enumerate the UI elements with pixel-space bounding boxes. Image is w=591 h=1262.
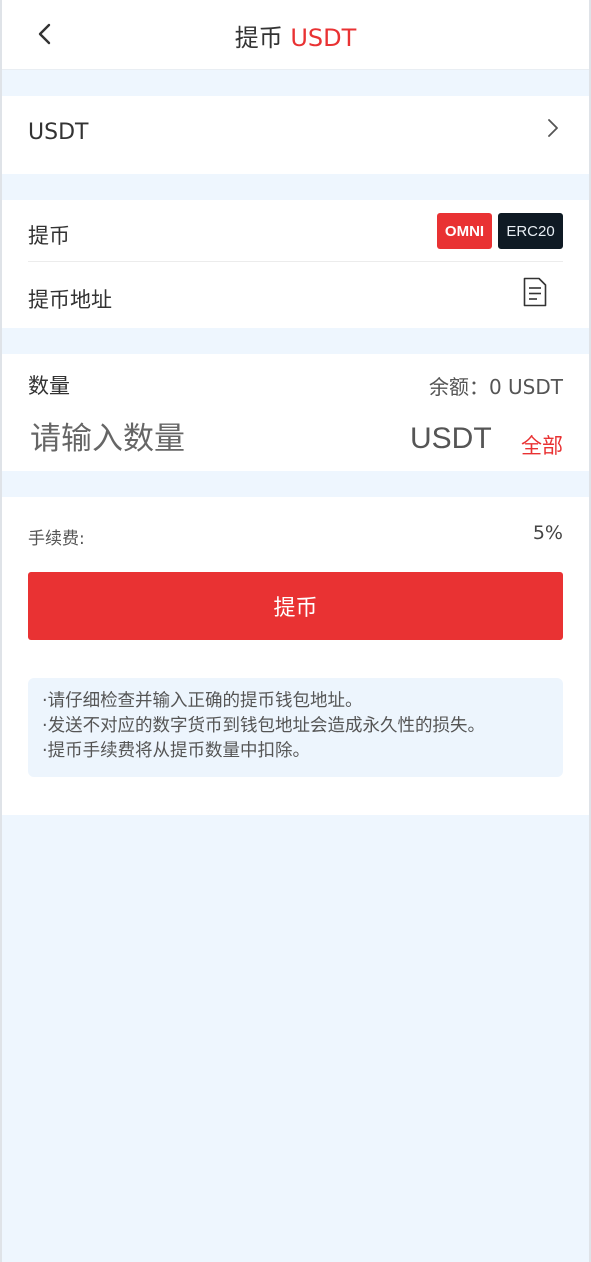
amount-label: 数量 bbox=[28, 374, 70, 398]
fee-value: 5% bbox=[532, 522, 563, 544]
address-label: 提币地址 bbox=[28, 288, 112, 312]
network-option-erc20[interactable]: ERC20 bbox=[498, 213, 563, 249]
document-icon[interactable] bbox=[523, 277, 547, 307]
coin-selector[interactable]: USDT bbox=[2, 96, 589, 174]
balance-text: 余额：0 USDT bbox=[428, 375, 563, 399]
top-bar: 提币 USDT bbox=[2, 0, 589, 70]
all-button[interactable]: 全部 bbox=[521, 430, 563, 460]
fee-submit-section: 手续费: 5% 提币 ·请仔细检查并输入正确的提币钱包地址。 ·发送不对应的数字… bbox=[2, 497, 589, 815]
title-prefix: 提币 bbox=[234, 24, 283, 52]
fee-label: 手续费: bbox=[28, 529, 85, 549]
network-options: OMNI ERC20 bbox=[437, 213, 563, 249]
divider bbox=[28, 261, 563, 262]
page-title: 提币 USDT bbox=[2, 18, 589, 53]
withdraw-button[interactable]: 提币 bbox=[28, 572, 563, 640]
title-accent: USDT bbox=[290, 24, 357, 52]
network-section: 提币 OMNI ERC20 提币地址 bbox=[2, 200, 589, 328]
amount-unit: USDT bbox=[410, 422, 492, 455]
amount-section: 数量 余额：0 USDT USDT 全部 bbox=[2, 354, 589, 471]
notice-box: ·请仔细检查并输入正确的提币钱包地址。 ·发送不对应的数字货币到钱包地址会造成永… bbox=[28, 678, 563, 777]
network-label: 提币 bbox=[28, 224, 70, 248]
notice-line: ·请仔细检查并输入正确的提币钱包地址。 bbox=[42, 691, 363, 711]
notice-line: ·发送不对应的数字货币到钱包地址会造成永久性的损失。 bbox=[42, 716, 486, 736]
coin-selector-label: USDT bbox=[28, 120, 89, 145]
notice-line: ·提币手续费将从提币数量中扣除。 bbox=[42, 741, 311, 761]
chevron-right-icon bbox=[548, 119, 558, 137]
network-option-omni[interactable]: OMNI bbox=[437, 213, 492, 249]
amount-input[interactable] bbox=[30, 416, 390, 462]
